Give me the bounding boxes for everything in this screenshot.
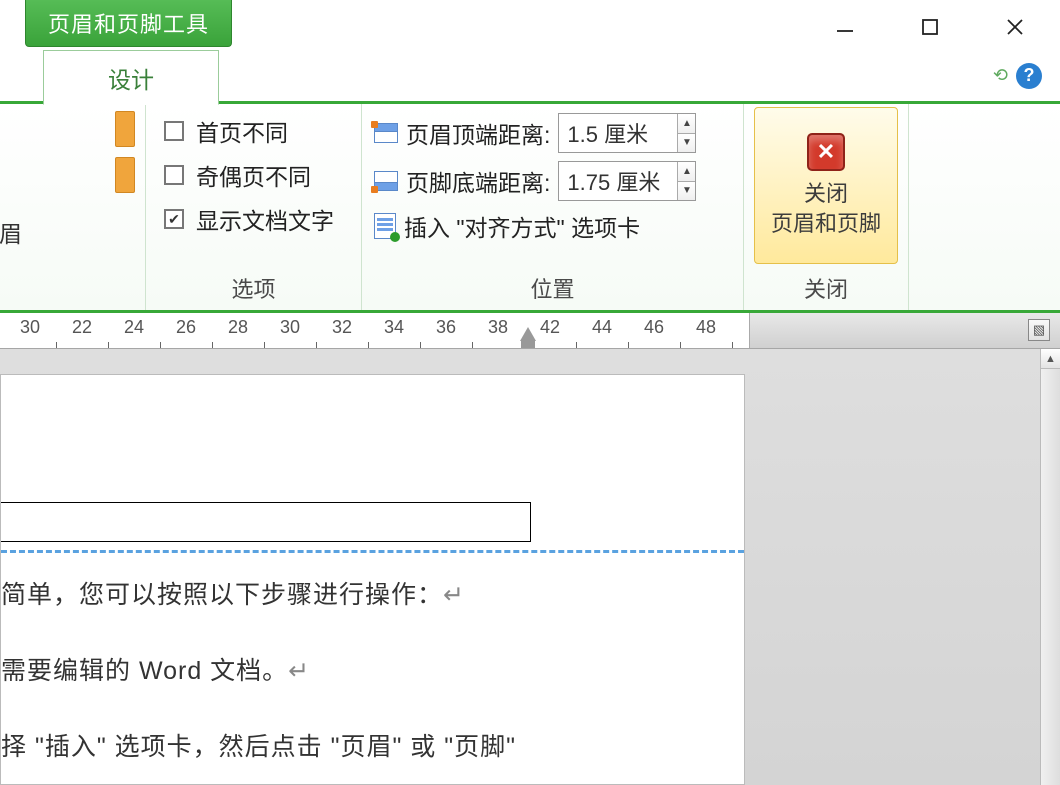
body-line-2: 需要编辑的 Word 文档。↵	[1, 651, 310, 687]
help-icon[interactable]: ?	[1016, 63, 1042, 89]
header-distance-input[interactable]: 1.5 厘米 ▲ ▼	[558, 113, 696, 153]
first-line-indent-marker[interactable]	[520, 327, 536, 341]
checkbox-icon	[164, 209, 184, 229]
group-close: ✕ 关闭 页眉和页脚 关闭	[744, 104, 909, 310]
ruler-number: 24	[124, 317, 144, 338]
checkbox-odd-even-different[interactable]: 奇偶页不同	[164, 158, 334, 192]
footer-distance-input[interactable]: 1.75 厘米 ▲ ▼	[558, 161, 696, 201]
header-distance-label: 页眉顶端距离:	[406, 116, 550, 150]
ruler-number: 34	[384, 317, 404, 338]
tabstrip-extras: ⟲ ?	[993, 50, 1060, 101]
checkbox-label: 奇偶页不同	[196, 158, 311, 192]
header-edit-area[interactable]	[1, 502, 531, 542]
close-window-button[interactable]	[1000, 12, 1030, 42]
ribbon-tabstrip: 设计 ⟲ ?	[0, 50, 1060, 104]
goto-header-icon[interactable]	[115, 157, 135, 193]
insert-tab-icon	[374, 213, 396, 239]
ruler-number: 32	[332, 317, 352, 338]
tab-design[interactable]: 设计	[43, 50, 219, 105]
spin-value: 1.5 厘米	[559, 114, 677, 152]
ruler-panel-toggle[interactable]: ▧	[1028, 319, 1050, 341]
paragraph-mark-icon: ↵	[443, 581, 465, 609]
group-options: 首页不同 奇偶页不同 显示文档文字 选项	[146, 104, 362, 310]
link-previous-icon[interactable]	[115, 111, 135, 147]
close-label-line2: 页眉和页脚	[771, 211, 881, 236]
checkbox-show-document-text[interactable]: 显示文档文字	[164, 202, 334, 236]
group-position: 页眉顶端距离: 1.5 厘米 ▲ ▼ 页脚底端距离: 1.75 厘米	[362, 104, 744, 310]
ribbon-spacer: .	[909, 104, 1060, 310]
checkbox-first-page-different[interactable]: 首页不同	[164, 114, 334, 148]
ruler-number: 26	[176, 317, 196, 338]
maximize-button[interactable]	[915, 12, 945, 42]
group-label-options: 选项	[146, 268, 361, 310]
spin-down-button[interactable]: ▼	[678, 181, 695, 201]
ruler-number: 46	[644, 317, 664, 338]
spin-down-button[interactable]: ▼	[678, 133, 695, 153]
paragraph-mark-icon: ↵	[288, 657, 310, 685]
group-label-close: 关闭	[744, 268, 908, 310]
footer-distance-icon	[374, 171, 398, 191]
sync-icon[interactable]: ⟲	[993, 65, 1008, 86]
ribbon: 到前一条页眉 . 首页不同 奇偶页不同 显示文档文字 选项	[0, 104, 1060, 313]
group-label-position: 位置	[362, 268, 743, 310]
ruler-number: 30	[280, 317, 300, 338]
ruler-number: 42	[540, 317, 560, 338]
close-label-line1: 关闭	[804, 181, 848, 206]
header-boundary-line	[1, 550, 744, 553]
nav-previous-header-label[interactable]: 到前一条页眉	[0, 215, 22, 249]
checkbox-icon	[164, 165, 184, 185]
ruler-number: 22	[72, 317, 92, 338]
horizontal-ruler[interactable]: 30 22 24 26 28 30 32 34 36 38 42 44 46 48 ▧	[0, 313, 1060, 349]
spin-value: 1.75 厘米	[559, 162, 677, 200]
ruler-number: 28	[228, 317, 248, 338]
spin-up-button[interactable]: ▲	[678, 114, 695, 133]
checkbox-label: 首页不同	[196, 114, 288, 148]
header-distance-icon	[374, 123, 398, 143]
ruler-number: 44	[592, 317, 612, 338]
vertical-scrollbar[interactable]: ▲	[1040, 349, 1060, 785]
ruler-number: 36	[436, 317, 456, 338]
scroll-up-button[interactable]: ▲	[1041, 349, 1060, 369]
insert-alignment-tab-button[interactable]: 插入 "对齐方式" 选项卡	[374, 209, 696, 243]
footer-distance-label: 页脚底端距离:	[406, 164, 550, 198]
title-bar: 页眉和页脚工具	[0, 0, 1060, 50]
window-controls	[830, 0, 1060, 50]
ruler-number: 30	[20, 317, 40, 338]
group-navigation: 到前一条页眉 .	[0, 104, 146, 310]
checkbox-icon	[164, 121, 184, 141]
minimize-button[interactable]	[830, 12, 860, 42]
ruler-number: 38	[488, 317, 508, 338]
contextual-tab-title: 页眉和页脚工具	[25, 0, 232, 47]
close-header-footer-button[interactable]: ✕ 关闭 页眉和页脚	[754, 107, 898, 264]
spin-up-button[interactable]: ▲	[678, 162, 695, 181]
insert-alignment-tab-label: 插入 "对齐方式" 选项卡	[404, 209, 640, 243]
body-line-1: 简单，您可以按照以下步骤进行操作：↵	[1, 575, 465, 611]
close-icon: ✕	[807, 133, 845, 171]
body-line-3: 择 "插入" 选项卡，然后点击 "页眉" 或 "页脚"	[1, 727, 516, 763]
checkbox-label: 显示文档文字	[196, 202, 334, 236]
document-viewport: 简单，您可以按照以下步骤进行操作：↵ 需要编辑的 Word 文档。↵ 择 "插入…	[0, 349, 1060, 785]
ruler-number: 48	[696, 317, 716, 338]
document-page[interactable]: 简单，您可以按照以下步骤进行操作：↵ 需要编辑的 Word 文档。↵ 择 "插入…	[0, 374, 745, 785]
